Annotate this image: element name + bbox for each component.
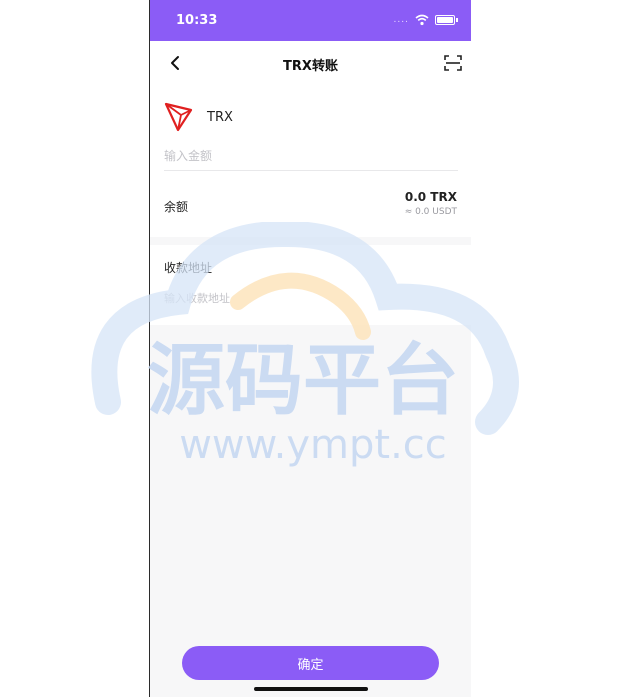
home-indicator: [254, 687, 368, 691]
balance-usdt-value: ≈ 0.0 USDT: [404, 207, 457, 217]
scan-icon[interactable]: [443, 53, 463, 73]
nav-bar: TRX转账: [150, 41, 471, 87]
address-label: 收款地址: [164, 261, 213, 275]
confirm-button[interactable]: 确定: [182, 646, 439, 680]
wifi-icon: [415, 14, 429, 26]
status-indicators: ....: [393, 14, 458, 26]
balance-label: 余额: [164, 200, 189, 214]
amount-card: TRX 余额 0.0 TRX ≈ 0.0 USDT: [150, 87, 471, 237]
page-title: TRX转账: [283, 59, 338, 74]
status-bar: 10:33 ....: [150, 0, 471, 41]
address-card: 收款地址: [150, 245, 471, 325]
signal-icon: ....: [393, 15, 409, 25]
phone-screen: 10:33 .... TRX转账 TRX 余额 0.0 TRX: [149, 0, 471, 697]
balance-value: 0.0 TRX: [404, 190, 457, 204]
coin-name: TRX: [207, 110, 233, 125]
status-time: 10:33: [176, 13, 218, 28]
address-input[interactable]: [164, 287, 458, 309]
trx-logo-icon: [164, 102, 193, 132]
battery-icon: [435, 15, 458, 25]
amount-input[interactable]: [164, 142, 458, 171]
